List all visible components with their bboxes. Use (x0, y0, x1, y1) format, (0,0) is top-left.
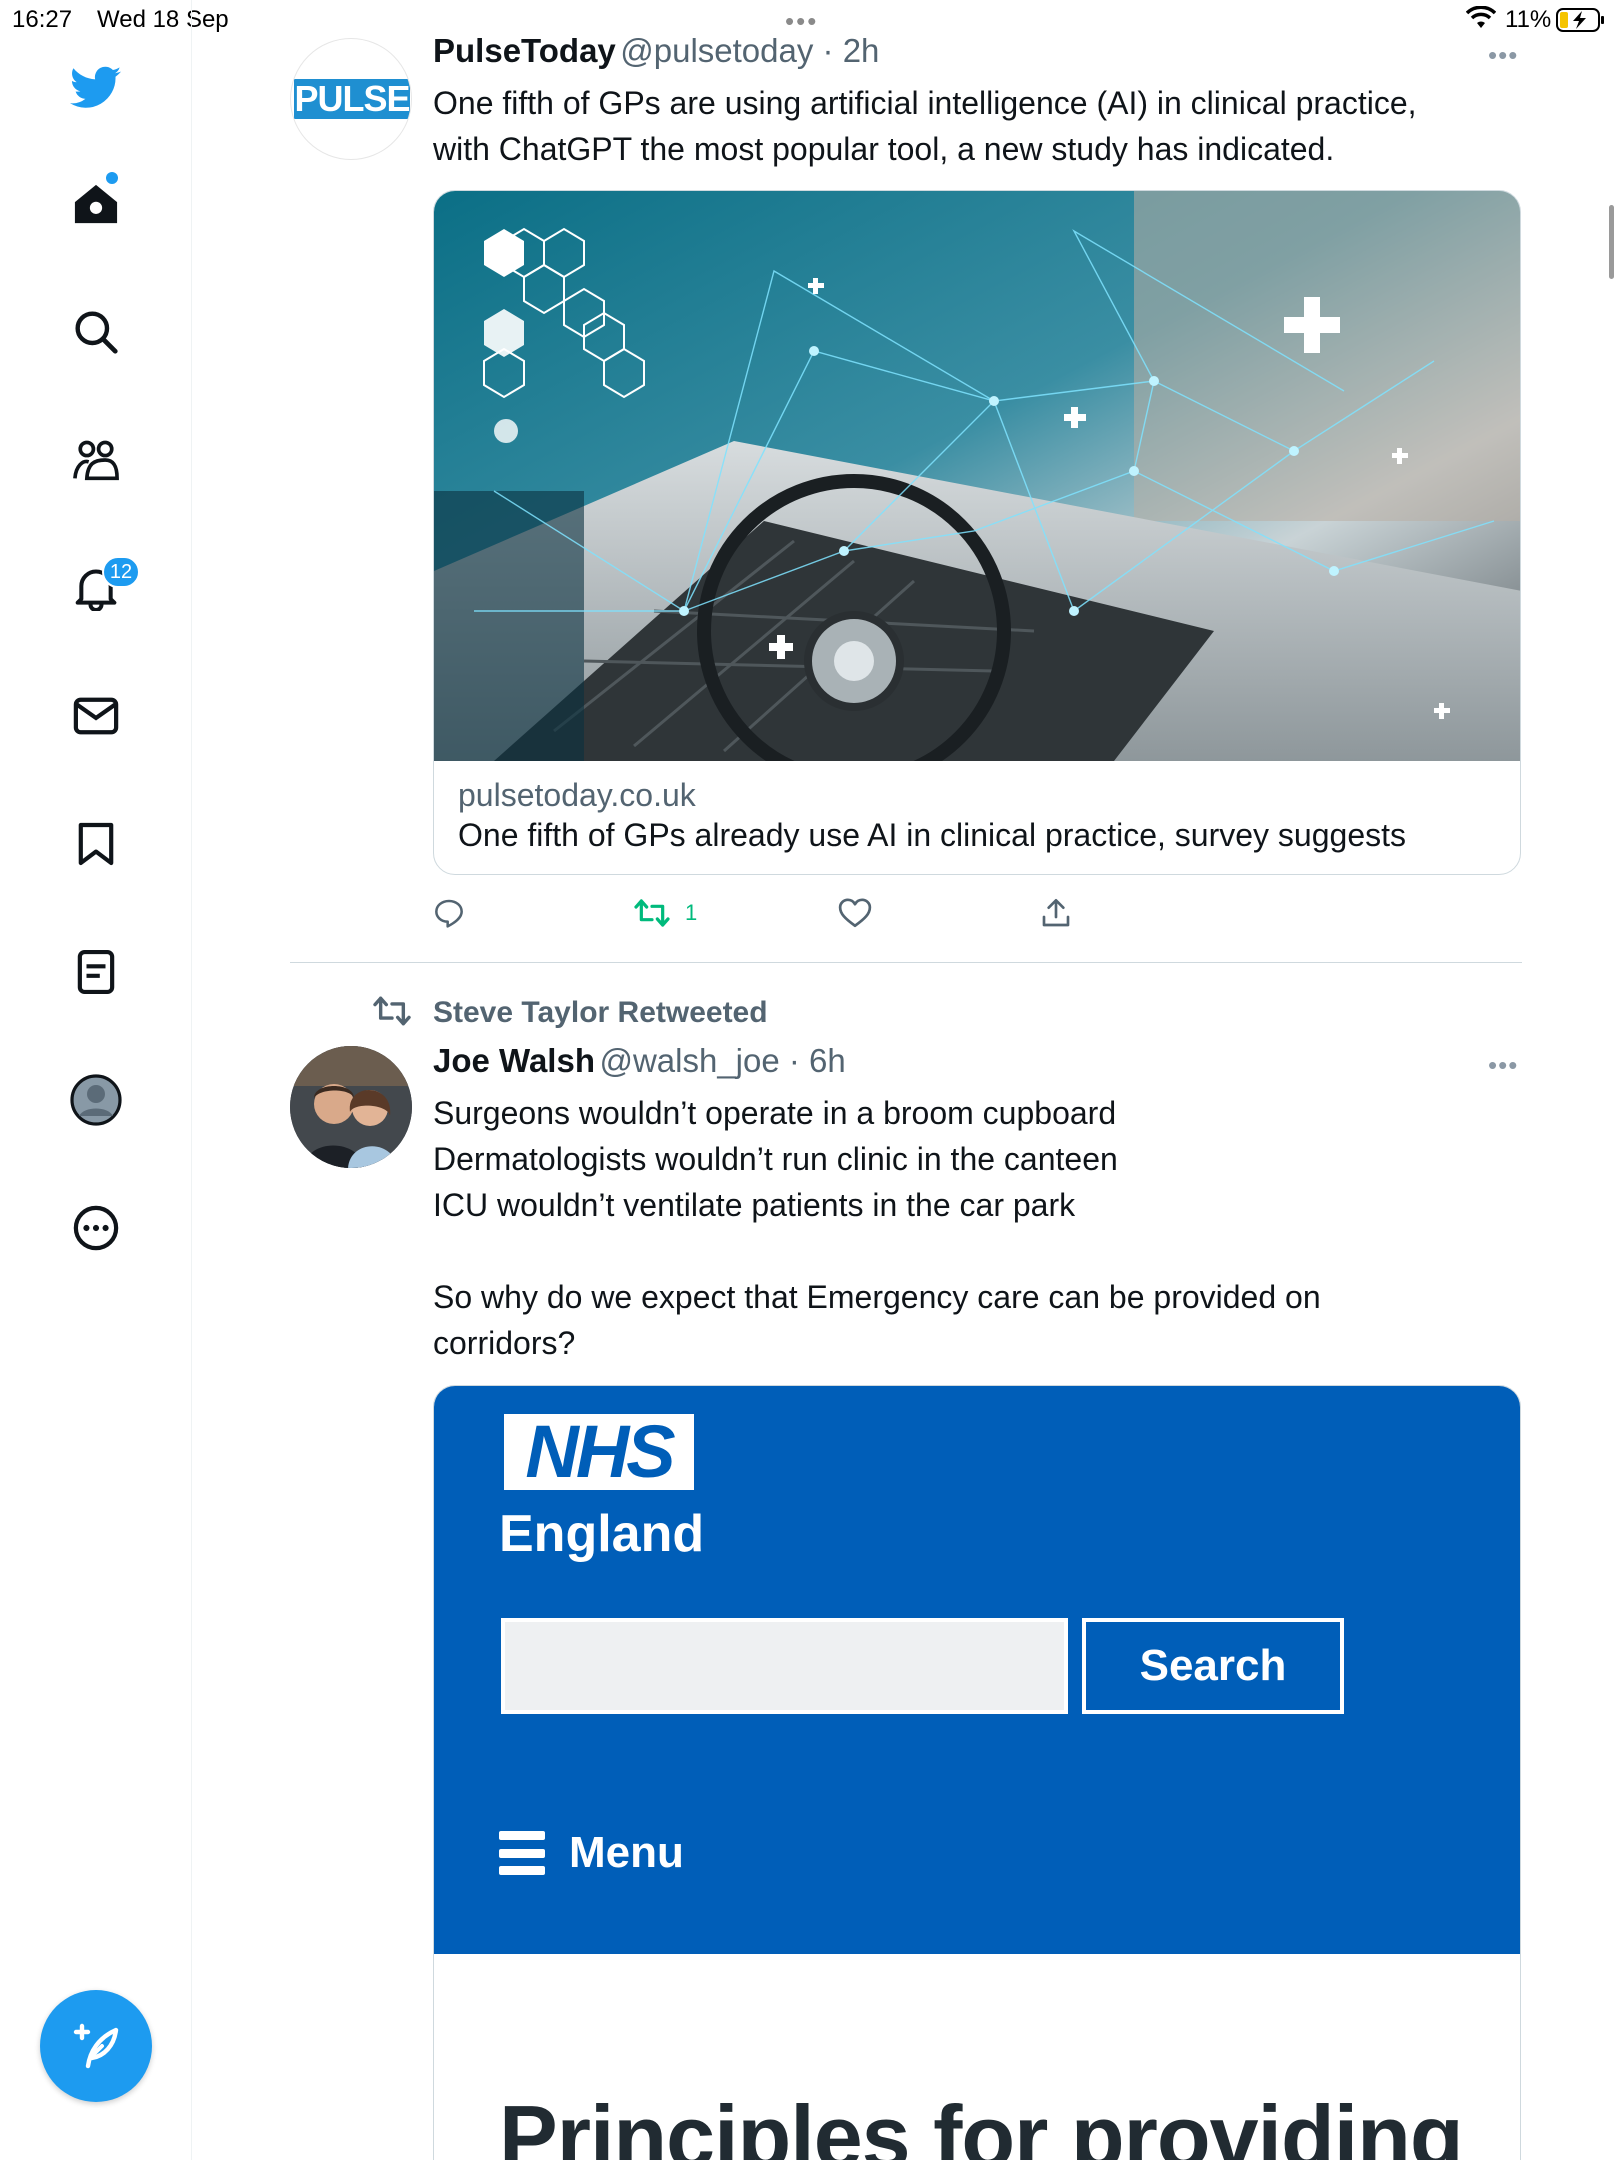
tweet-text-line: Dermatologists wouldn’t run clinic in th… (433, 1141, 1118, 1177)
tweet-time[interactable]: 2h (843, 32, 880, 69)
hamburger-icon (499, 1831, 545, 1875)
nhs-page-heading: Principles for providing (499, 2087, 1464, 2160)
messages-envelope-icon[interactable] (70, 690, 122, 742)
tweet-header: Joe Walsh @walsh_joe · 6h (433, 1042, 846, 1079)
embedded-image-nhs[interactable]: NHS England Search Menu Principles for p… (433, 1385, 1521, 2160)
pulse-logo: PULSE (294, 78, 411, 119)
tweet-text-line: with ChatGPT the most popular tool, a ne… (433, 131, 1335, 167)
author-handle[interactable]: @walsh_joe (599, 1042, 779, 1079)
tweet-text-line: ICU wouldn’t ventilate patients in the c… (433, 1187, 1076, 1223)
author-name[interactable]: PulseToday (433, 32, 616, 69)
reply-button[interactable] (433, 893, 465, 933)
share-icon (1042, 899, 1070, 927)
retweet-icon (634, 899, 670, 927)
card-title: One fifth of GPs already use AI in clini… (458, 817, 1406, 853)
tweet-text: One fifth of GPs are using artificial in… (433, 80, 1417, 172)
tweet-text-line: corridors? (433, 1325, 576, 1361)
tweet-text-line: One fifth of GPs are using artificial in… (433, 85, 1417, 121)
communities-icon[interactable] (70, 434, 122, 486)
avatar-photo (290, 1046, 412, 1168)
like-button[interactable] (838, 893, 872, 933)
avatar[interactable] (290, 1046, 412, 1168)
author-handle[interactable]: @pulsetoday (620, 32, 813, 69)
nhs-logo: NHS (504, 1414, 694, 1490)
link-preview-card[interactable]: pulsetoday.co.uk One fifth of GPs alread… (433, 190, 1521, 875)
compose-tweet-button[interactable] (40, 1990, 152, 2102)
more-options-icon[interactable] (70, 1202, 122, 1254)
card-domain: pulsetoday.co.uk (458, 777, 696, 813)
retweeted-by-label[interactable]: Steve Taylor Retweeted (433, 996, 768, 1030)
nhs-region-label: England (499, 1505, 705, 1563)
home-unread-dot (106, 172, 118, 184)
tweet-header: PulseToday @pulsetoday · 2h (433, 32, 880, 69)
retweet-button[interactable]: 1 (633, 893, 697, 933)
bookmark-icon[interactable] (70, 818, 122, 870)
tweet-time[interactable]: 6h (809, 1042, 846, 1079)
article-image (434, 191, 1520, 761)
retweet-indicator-icon (372, 994, 412, 1033)
share-button[interactable] (1040, 893, 1072, 933)
profile-avatar-icon[interactable] (70, 1074, 122, 1126)
author-name[interactable]: Joe Walsh (433, 1042, 595, 1079)
nhs-search-button: Search (1082, 1618, 1344, 1714)
twitter-logo-icon[interactable] (70, 62, 122, 114)
avatar[interactable]: PULSE (290, 38, 412, 160)
tweet-text-blank-line (433, 1228, 1321, 1274)
home-icon[interactable] (70, 178, 122, 230)
wifi-icon (1465, 5, 1497, 37)
notifications-count-badge: 12 (102, 556, 140, 588)
battery-percent: 11% (1505, 6, 1552, 33)
nhs-menu: Menu (499, 1828, 684, 1878)
compose-feather-icon (73, 2023, 119, 2069)
reply-icon (435, 899, 463, 928)
nhs-search-input (501, 1618, 1068, 1714)
search-icon[interactable] (70, 306, 122, 358)
feed-scrollbar[interactable] (1609, 205, 1614, 279)
battery-icon (1556, 8, 1606, 32)
tweet-text-line: Surgeons wouldn’t operate in a broom cup… (433, 1095, 1117, 1131)
nhs-header: NHS England Search Menu (434, 1386, 1520, 1954)
tweet-text-line: So why do we expect that Emergency care … (433, 1279, 1321, 1315)
sidebar: 12 (0, 0, 192, 2160)
retweet-count: 1 (685, 900, 698, 925)
lists-icon[interactable] (70, 946, 122, 998)
tweet-divider (290, 962, 1522, 963)
heart-icon (838, 898, 872, 928)
nhs-menu-label: Menu (569, 1828, 684, 1877)
tweet-more-icon[interactable]: ••• (1488, 40, 1518, 71)
tweet-more-icon[interactable]: ••• (1488, 1050, 1518, 1081)
tweet-text: Surgeons wouldn’t operate in a broom cup… (433, 1090, 1321, 1366)
